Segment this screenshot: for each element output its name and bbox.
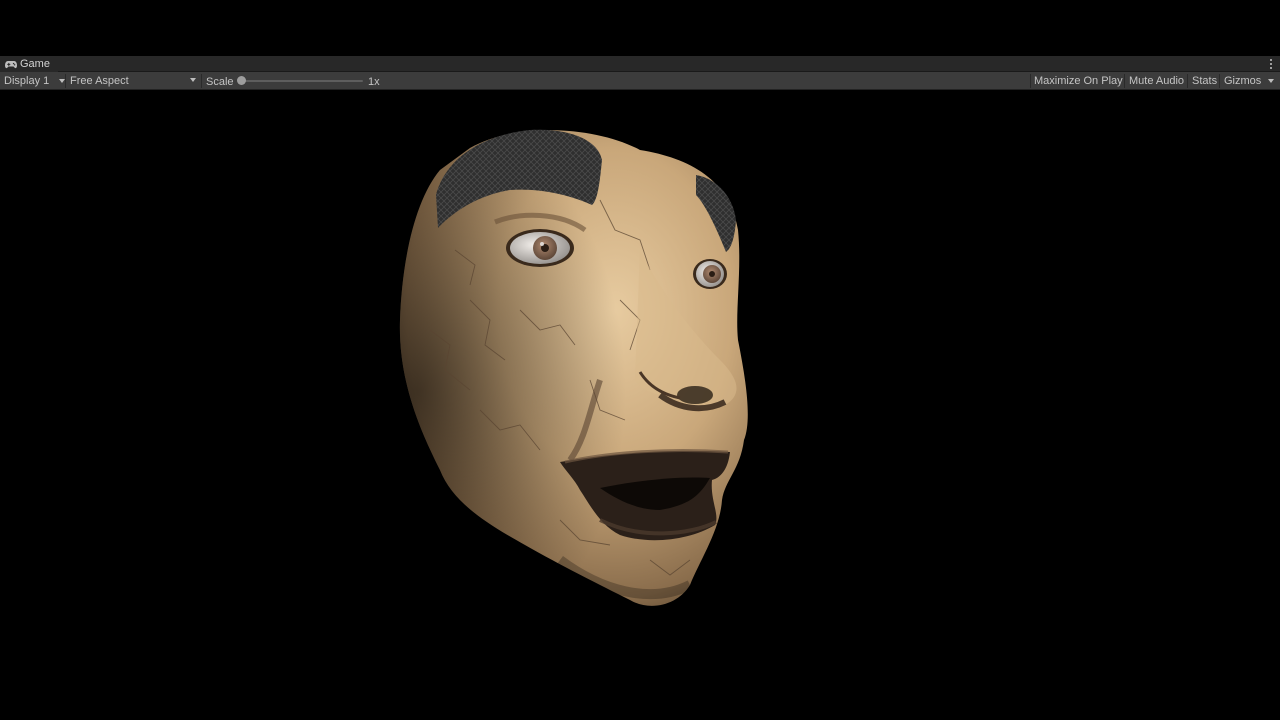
game-window-tabbar: Game: [0, 56, 1280, 72]
maximize-on-play-toggle[interactable]: Maximize On Play: [1030, 72, 1127, 89]
display-dropdown-label: Display 1: [4, 74, 50, 87]
gamepad-icon: [5, 60, 17, 69]
toolbar-divider: [201, 74, 202, 88]
game-viewport[interactable]: [0, 90, 1280, 720]
mute-audio-toggle[interactable]: Mute Audio: [1125, 72, 1188, 89]
aspect-dropdown[interactable]: Free Aspect: [70, 72, 198, 89]
tab-game-label: Game: [20, 58, 50, 70]
more-options-icon[interactable]: [1268, 57, 1274, 70]
scale-slider-track[interactable]: [242, 80, 363, 82]
aspect-dropdown-label: Free Aspect: [70, 74, 129, 87]
scale-value: 1x: [368, 75, 380, 88]
toolbar-divider: [65, 74, 66, 88]
gizmos-toggle[interactable]: Gizmos: [1220, 72, 1265, 89]
game-toolbar: Display 1 Free Aspect Scale 1x Maximize …: [0, 72, 1280, 90]
chevron-down-icon: [190, 78, 196, 82]
gizmos-chevron-down-icon[interactable]: [1268, 79, 1274, 83]
display-dropdown[interactable]: Display 1: [4, 72, 66, 89]
top-letterbox: [0, 0, 1280, 56]
stats-toggle[interactable]: Stats: [1188, 72, 1221, 89]
tab-game[interactable]: Game: [0, 56, 58, 72]
face-render: [399, 129, 748, 606]
scale-slider-handle[interactable]: [237, 76, 246, 85]
scale-label: Scale: [206, 75, 234, 88]
